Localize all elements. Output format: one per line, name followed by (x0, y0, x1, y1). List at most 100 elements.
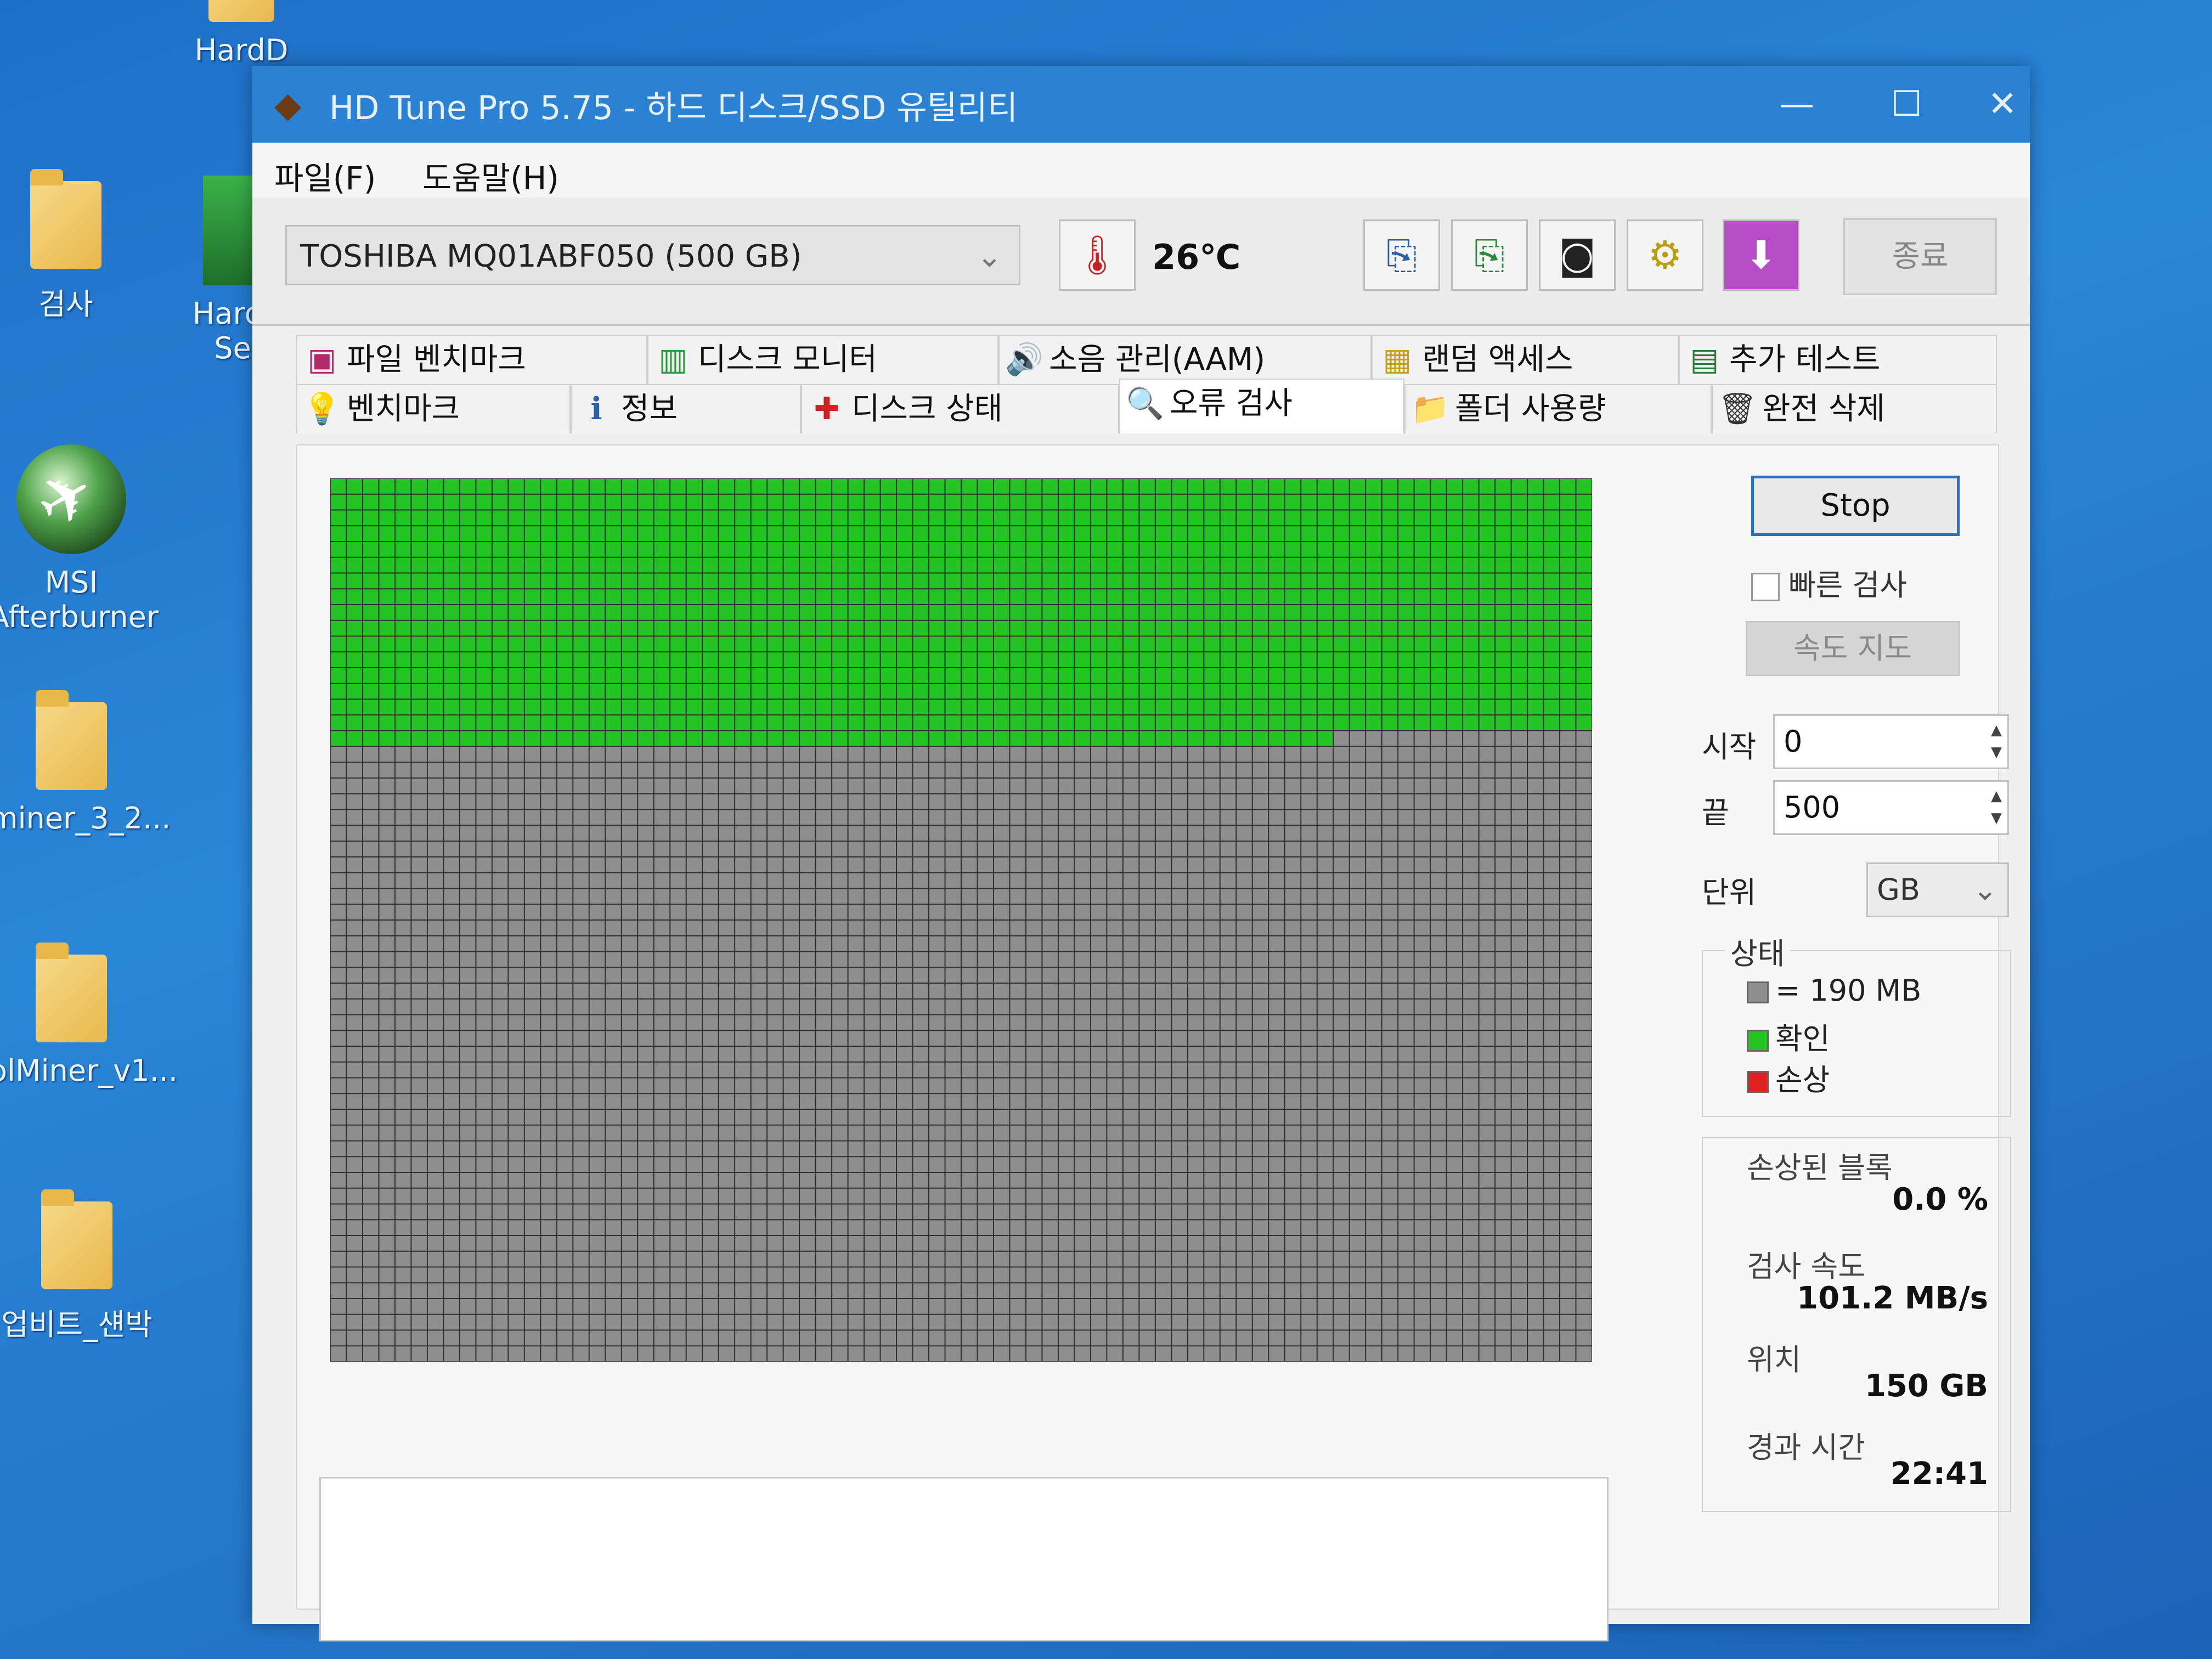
block-ok (541, 557, 556, 573)
block-untested (1155, 1062, 1171, 1077)
copy-screen-icon: ⎘ (1474, 233, 1505, 278)
tab-random-access[interactable]: ▦ 랜덤 액세스 (1372, 335, 1679, 384)
end-spinner[interactable]: 500 ▲ ▼ (1773, 780, 2009, 835)
desktop-icon-msi-afterburner[interactable]: MSI Afterburner (0, 444, 159, 634)
tab-folder-usage[interactable]: 📁 폴더 사용량 (1404, 384, 1712, 433)
block-untested (929, 1236, 945, 1251)
block-untested (1269, 936, 1284, 951)
block-untested (848, 842, 864, 856)
block-ok (1398, 542, 1414, 557)
download-button[interactable]: ⬇ (1723, 219, 1799, 291)
desktop-icon-harddisk[interactable]: HardD (165, 0, 318, 67)
title-bar[interactable]: ◆ HD Tune Pro 5.75 - 하드 디스크/SSD 유틸리티 — ☐… (252, 66, 2030, 143)
block-untested (1107, 1314, 1122, 1330)
block-untested (978, 936, 993, 951)
block-untested (768, 810, 783, 825)
tab-extra-tests[interactable]: ▤ 추가 테스트 (1679, 335, 1997, 384)
tab-info[interactable]: ℹ 정보 (571, 384, 801, 433)
block-ok (589, 573, 605, 589)
block-ok (444, 542, 459, 557)
block-ok (411, 605, 427, 620)
block-untested (751, 1188, 767, 1204)
block-ok (622, 589, 637, 604)
block-untested (1107, 857, 1122, 872)
block-ok (1479, 620, 1495, 636)
spinner-arrows[interactable]: ▲ ▼ (1991, 785, 2002, 829)
temperature-readout: 26℃ (1152, 237, 1241, 277)
block-untested (929, 952, 945, 967)
tab-error-scan[interactable]: 🔍 오류 검사 (1119, 379, 1404, 433)
block-untested (881, 984, 896, 998)
block-ok (1431, 605, 1446, 620)
block-ok (1026, 668, 1042, 683)
block-ok (1350, 699, 1365, 715)
close-button[interactable]: ✕ (1975, 77, 2030, 132)
stop-button[interactable]: Stop (1751, 476, 1960, 536)
block-ok (1414, 479, 1430, 494)
speed-map-button[interactable]: 속도 지도 (1746, 621, 1960, 676)
desktop-icon-check[interactable]: 검사 (0, 169, 148, 323)
block-ok (1496, 715, 1511, 730)
block-ok (719, 668, 735, 683)
drive-select[interactable]: TOSHIBA MQ01ABF050 (500 GB) ⌄ (285, 225, 1020, 285)
block-ok (994, 494, 1009, 510)
block-ok (347, 620, 362, 636)
start-spinner[interactable]: 0 ▲ ▼ (1773, 714, 2009, 769)
block-ok (1285, 526, 1301, 541)
block-untested (427, 905, 443, 919)
block-untested (848, 1141, 864, 1156)
block-untested (848, 905, 864, 919)
block-untested (1414, 889, 1430, 904)
desktop-icon-olminer[interactable]: olMiner_v1... (0, 943, 178, 1088)
menu-help[interactable]: 도움말(H) (422, 153, 559, 199)
block-untested (1479, 1220, 1495, 1235)
block-untested (1237, 763, 1252, 778)
tab-file-benchmark[interactable]: ▣ 파일 벤치마크 (296, 335, 647, 384)
screenshot-button[interactable]: ◙ (1539, 219, 1616, 291)
tab-secure-erase[interactable]: 🗑 완전 삭제 (1712, 384, 1997, 433)
block-untested (1075, 857, 1090, 872)
block-untested (1479, 842, 1495, 856)
tab-disk-monitor[interactable]: ▥ 디스크 모니터 (647, 335, 998, 384)
block-untested (719, 1346, 735, 1361)
minimize-button[interactable]: — (1756, 77, 1838, 132)
block-untested (1042, 1110, 1058, 1125)
block-untested (444, 1110, 459, 1125)
desktop-icon-upbit[interactable]: 업비트_섄박 (0, 1189, 159, 1344)
exit-button[interactable]: 종료 (1843, 218, 1997, 295)
block-untested (638, 1015, 653, 1030)
checkbox-box[interactable] (1751, 573, 1780, 602)
block-ok (1123, 573, 1139, 589)
block-untested (1511, 1110, 1527, 1125)
desktop-icon-miner[interactable]: miner_3_2... (0, 690, 171, 836)
tab-aam[interactable]: 🔊 소음 관리(AAM) (998, 335, 1372, 384)
block-untested (897, 794, 912, 809)
quick-scan-checkbox[interactable]: 빠른 검사 (1751, 561, 1907, 604)
block-untested (573, 857, 589, 872)
copy-screen-button[interactable]: ⎘ (1451, 219, 1528, 291)
block-ok (783, 605, 799, 620)
block-untested (1139, 889, 1155, 904)
block-untested (1447, 1299, 1463, 1314)
block-untested (524, 1031, 540, 1046)
block-untested (1123, 1283, 1139, 1298)
menu-file[interactable]: 파일(F) (274, 153, 376, 199)
block-untested (703, 747, 718, 762)
tab-disk-health[interactable]: ✚ 디스크 상태 (801, 384, 1119, 433)
block-untested (783, 968, 799, 983)
spinner-arrows[interactable]: ▲ ▼ (1991, 719, 2002, 763)
block-untested (1204, 763, 1220, 778)
tab-benchmark[interactable]: 💡 벤치마크 (296, 384, 571, 433)
block-ok (654, 542, 670, 557)
options-button[interactable]: ⚙ (1627, 219, 1703, 291)
maximize-button[interactable]: ☐ (1865, 77, 1948, 132)
block-untested (1301, 842, 1317, 856)
copy-text-button[interactable]: ⎘ (1363, 219, 1440, 291)
block-ok (476, 557, 492, 573)
desktop-icon-hard-ser[interactable]: Hard Ser (165, 176, 269, 365)
block-ok (395, 494, 411, 510)
block-ok (800, 684, 815, 699)
block-untested (1058, 1330, 1074, 1346)
block-untested (1204, 1346, 1220, 1361)
unit-select[interactable]: GB ⌄ (1866, 862, 2009, 917)
